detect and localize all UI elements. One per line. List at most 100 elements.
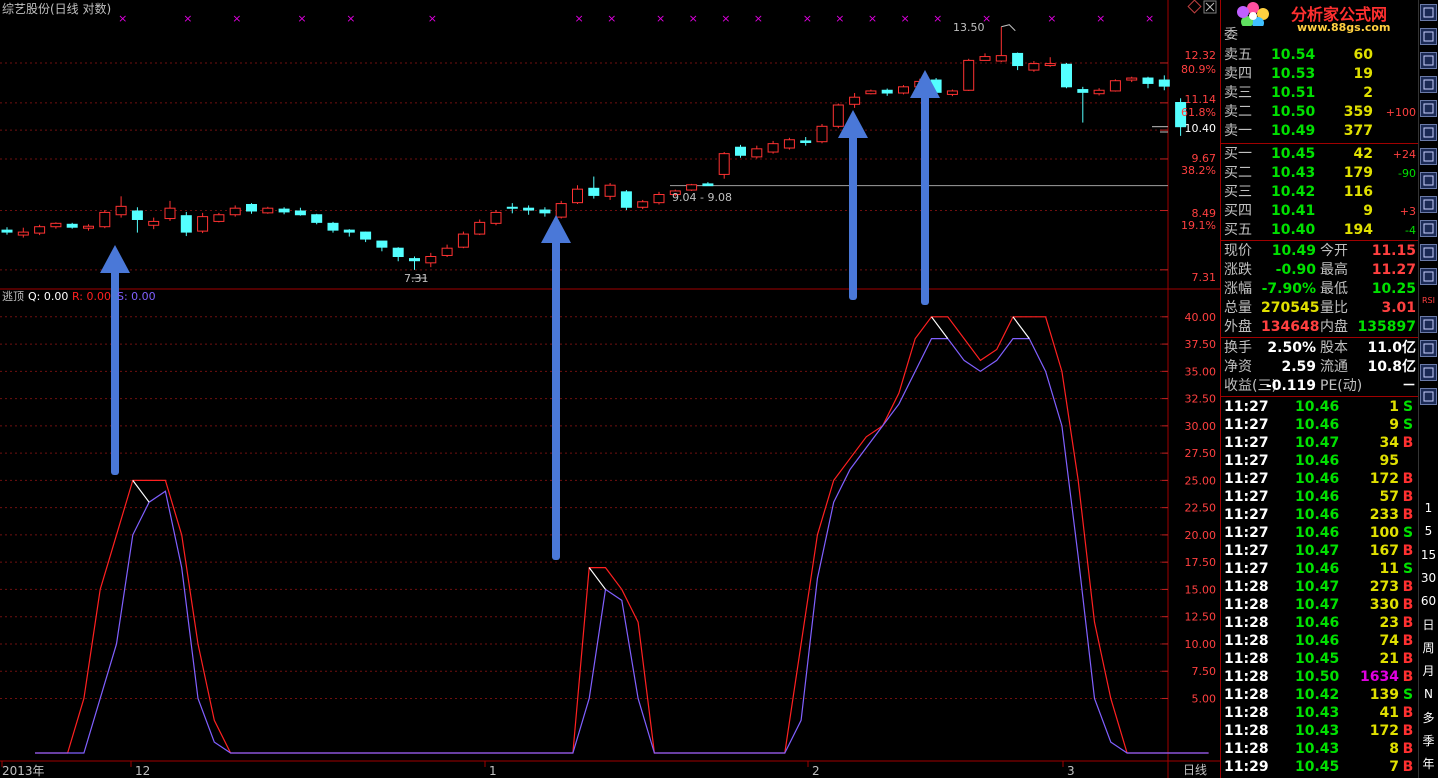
period-label[interactable]: 日线: [1183, 763, 1207, 777]
f10-icon[interactable]: [1420, 124, 1437, 141]
tick-row[interactable]: 11:28 10.45 21 B: [1221, 650, 1418, 668]
candlestick[interactable]: [180, 211, 192, 237]
candlestick[interactable]: [360, 231, 372, 243]
pencil-icon[interactable]: [1420, 340, 1437, 357]
candlestick[interactable]: [1061, 62, 1072, 89]
candlestick[interactable]: [474, 219, 486, 236]
candlestick[interactable]: [767, 140, 779, 154]
candlestick[interactable]: [686, 183, 698, 191]
period-button[interactable]: N: [1420, 686, 1437, 703]
tick-row[interactable]: 11:28 10.46 23 B: [1221, 614, 1418, 632]
candlestick[interactable]: [131, 207, 143, 233]
candlestick[interactable]: [898, 85, 909, 95]
tick-row[interactable]: 11:27 10.46 9 S: [1221, 416, 1418, 434]
wave-icon[interactable]: [1420, 268, 1437, 285]
tick-row[interactable]: 11:27 10.46 100 S: [1221, 524, 1418, 542]
candlestick[interactable]: [457, 231, 469, 249]
period-button[interactable]: 5: [1420, 523, 1437, 540]
candlestick[interactable]: [539, 207, 551, 217]
period-button[interactable]: 1: [1420, 500, 1437, 517]
tick-row[interactable]: 11:27 10.46 1 S: [1221, 398, 1418, 416]
period-button[interactable]: 年: [1420, 756, 1437, 773]
tick-row[interactable]: 11:28 10.42 139 S: [1221, 686, 1418, 704]
period-button[interactable]: 周: [1420, 640, 1437, 657]
candlestick[interactable]: [148, 217, 160, 230]
candlestick[interactable]: [865, 89, 877, 95]
tick-row[interactable]: 11:29 10.45 7 B: [1221, 758, 1418, 776]
order-buy-row[interactable]: 买五 10.40 194 -4: [1221, 221, 1418, 240]
tick-row[interactable]: 11:27 10.46 95: [1221, 452, 1418, 470]
candlestick[interactable]: [506, 203, 518, 214]
tick-row[interactable]: 11:27 10.46 11 S: [1221, 560, 1418, 578]
order-buy-row[interactable]: 买二 10.43 179 -90: [1221, 164, 1418, 183]
candlestick[interactable]: [963, 58, 975, 91]
period-button[interactable]: 日: [1420, 617, 1437, 634]
candlestick[interactable]: [1044, 57, 1056, 67]
tick-row[interactable]: 11:28 10.43 172 B: [1221, 722, 1418, 740]
candlestick[interactable]: [327, 221, 339, 233]
candlestick[interactable]: [1012, 52, 1024, 71]
candlestick[interactable]: [50, 222, 62, 229]
candle-icon[interactable]: [1420, 100, 1437, 117]
bar-chart-icon[interactable]: [1420, 76, 1437, 93]
f5-icon[interactable]: [1420, 364, 1437, 381]
candlestick[interactable]: [637, 199, 649, 210]
candlestick[interactable]: [99, 210, 111, 229]
candlestick[interactable]: [376, 240, 388, 252]
order-sell-row[interactable]: 卖一 10.49 377: [1221, 122, 1418, 141]
candlestick[interactable]: [572, 185, 583, 205]
candlestick[interactable]: [213, 212, 225, 223]
candlestick[interactable]: [66, 222, 78, 229]
order-sell-row[interactable]: 卖四 10.53 19: [1221, 65, 1418, 84]
period-button[interactable]: 多: [1420, 710, 1437, 727]
candlestick[interactable]: [1109, 79, 1121, 92]
order-sell-row[interactable]: 卖三 10.51 2: [1221, 84, 1418, 103]
candlestick[interactable]: [490, 210, 502, 226]
candlestick[interactable]: [83, 224, 94, 231]
candlestick[interactable]: [1, 227, 13, 235]
candlestick[interactable]: [278, 207, 290, 215]
tick-row[interactable]: 11:27 10.46 57 B: [1221, 488, 1418, 506]
period-button[interactable]: 月: [1420, 663, 1437, 680]
tick-row[interactable]: 11:28 10.43 8 B: [1221, 740, 1418, 758]
candlestick[interactable]: [392, 247, 404, 262]
candlestick[interactable]: [718, 152, 730, 179]
candlestick[interactable]: [588, 176, 600, 199]
line-chart-icon[interactable]: [1420, 52, 1437, 69]
candlestick[interactable]: [995, 26, 1007, 62]
candlestick[interactable]: [229, 205, 241, 217]
order-buy-row[interactable]: 买一 10.45 42 +24: [1221, 145, 1418, 164]
candlestick[interactable]: [702, 182, 714, 187]
period-button[interactable]: 60: [1420, 593, 1437, 610]
candlestick[interactable]: [294, 207, 306, 216]
order-buy-row[interactable]: 买三 10.42 116: [1221, 183, 1418, 202]
tick-row[interactable]: 11:27 10.46 172 B: [1221, 470, 1418, 488]
candlestick[interactable]: [620, 190, 632, 211]
candlestick[interactable]: [409, 256, 420, 270]
restore-icon[interactable]: [1420, 4, 1437, 21]
candlestick[interactable]: [523, 205, 535, 215]
circle-icon[interactable]: [1420, 244, 1437, 261]
candlestick[interactable]: [800, 137, 812, 146]
tick-row[interactable]: 11:28 10.47 273 B: [1221, 578, 1418, 596]
candlestick[interactable]: [425, 252, 437, 268]
period-button[interactable]: 30: [1420, 570, 1437, 587]
list-icon[interactable]: [1420, 28, 1437, 45]
candlestick[interactable]: [979, 53, 991, 61]
tick-row[interactable]: 11:28 10.43 41 B: [1221, 704, 1418, 722]
rsi-icon[interactable]: RSI: [1420, 292, 1437, 309]
move-icon[interactable]: [1420, 316, 1437, 333]
candlestick[interactable]: [816, 124, 828, 144]
candlestick[interactable]: [115, 196, 127, 218]
candlestick[interactable]: [311, 213, 323, 225]
f12-icon[interactable]: [1420, 196, 1437, 213]
doc-icon[interactable]: [1420, 148, 1437, 165]
candlestick[interactable]: [17, 227, 29, 238]
kline-chart[interactable]: × × × × × × × × × × × × × × × × × × × × × 综艺股份(日线 对数) 逃顶 Q: …: [0, 0, 1220, 778]
order-sell-row[interactable]: 卖二 10.50 359 +100: [1221, 103, 1418, 122]
candlestick[interactable]: [1077, 86, 1089, 123]
candlestick[interactable]: [246, 203, 257, 214]
candlestick[interactable]: [946, 89, 958, 97]
candlestick[interactable]: [34, 224, 46, 236]
candlestick[interactable]: [849, 93, 861, 108]
